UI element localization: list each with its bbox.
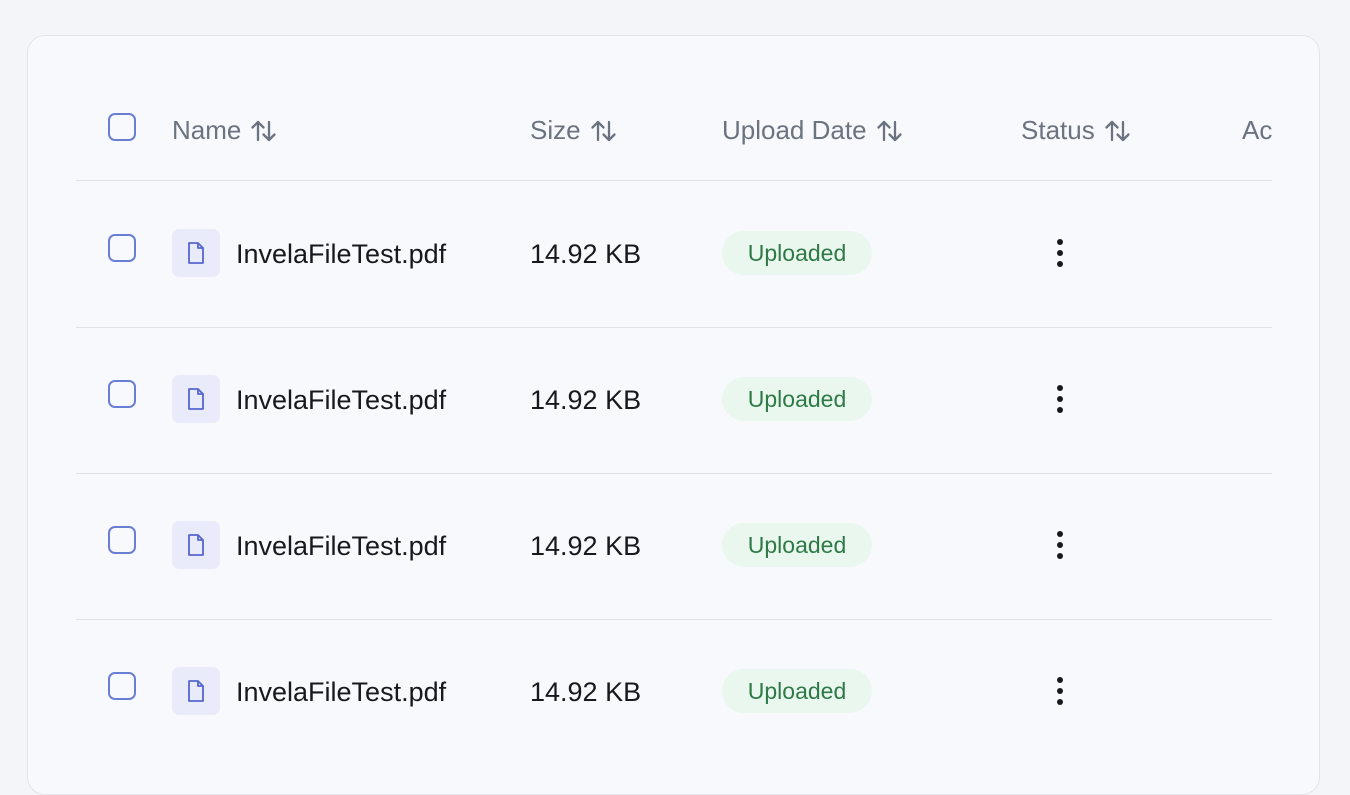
- file-icon: [188, 388, 204, 410]
- file-name[interactable]: InvelaFileTest.pdf: [236, 385, 446, 416]
- column-header-actions: Ac: [1242, 115, 1272, 146]
- sort-arrows-icon: [590, 120, 616, 141]
- file-icon-container: [172, 667, 220, 715]
- files-table: Name Size Upload Date Status Ac InvelaFi…: [76, 35, 1272, 742]
- status-badge: Uploaded: [722, 377, 872, 421]
- table-row: InvelaFileTest.pdf 14.92 KB Uploaded: [76, 473, 1272, 620]
- file-name[interactable]: InvelaFileTest.pdf: [236, 531, 446, 562]
- file-size: 14.92 KB: [530, 385, 642, 415]
- table-row: InvelaFileTest.pdf 14.92 KB Uploaded: [76, 327, 1272, 474]
- table-row: InvelaFileTest.pdf 14.92 KB Uploaded: [76, 181, 1272, 328]
- column-header-status-label: Status: [1021, 115, 1095, 145]
- table-header: Name Size Upload Date Status Ac: [76, 35, 1272, 181]
- file-name[interactable]: InvelaFileTest.pdf: [236, 677, 446, 708]
- file-icon-container: [172, 375, 220, 423]
- file-icon: [188, 242, 204, 264]
- file-name[interactable]: InvelaFileTest.pdf: [236, 239, 446, 270]
- column-header-actions-label: Ac: [1242, 115, 1272, 145]
- file-icon: [188, 534, 204, 556]
- file-size: 14.92 KB: [530, 239, 642, 269]
- row-actions-button[interactable]: [1044, 671, 1076, 711]
- column-header-name-label: Name: [172, 115, 242, 145]
- row-checkbox[interactable]: [108, 526, 136, 554]
- row-actions-button[interactable]: [1044, 379, 1076, 419]
- status-badge: Uploaded: [722, 231, 872, 275]
- more-vertical-icon: [1057, 677, 1063, 705]
- status-badge: Uploaded: [722, 669, 872, 713]
- sort-arrows-icon: [1105, 120, 1130, 141]
- select-all-checkbox[interactable]: [108, 113, 136, 141]
- row-checkbox[interactable]: [108, 380, 136, 408]
- more-vertical-icon: [1057, 531, 1063, 559]
- sort-arrows-icon: [251, 120, 277, 141]
- column-header-size[interactable]: Size: [530, 115, 619, 146]
- table-row: InvelaFileTest.pdf 14.92 KB Uploaded: [76, 619, 1272, 742]
- sort-arrows-icon: [876, 120, 902, 141]
- row-actions-button[interactable]: [1044, 233, 1076, 273]
- row-checkbox[interactable]: [108, 672, 136, 700]
- row-actions-button[interactable]: [1044, 525, 1076, 565]
- file-size: 14.92 KB: [530, 531, 642, 561]
- file-icon: [188, 680, 204, 702]
- more-vertical-icon: [1057, 385, 1063, 413]
- file-icon-container: [172, 521, 220, 569]
- more-vertical-icon: [1057, 239, 1063, 267]
- column-header-upload-date-label: Upload Date: [722, 115, 867, 145]
- column-header-size-label: Size: [530, 115, 581, 145]
- status-badge: Uploaded: [722, 523, 872, 567]
- file-icon-container: [172, 229, 220, 277]
- file-size: 14.92 KB: [530, 677, 642, 707]
- row-checkbox[interactable]: [108, 234, 136, 262]
- column-header-name[interactable]: Name: [172, 115, 279, 146]
- column-header-upload-date[interactable]: Upload Date: [722, 115, 905, 146]
- column-header-status[interactable]: Status: [1021, 115, 1133, 146]
